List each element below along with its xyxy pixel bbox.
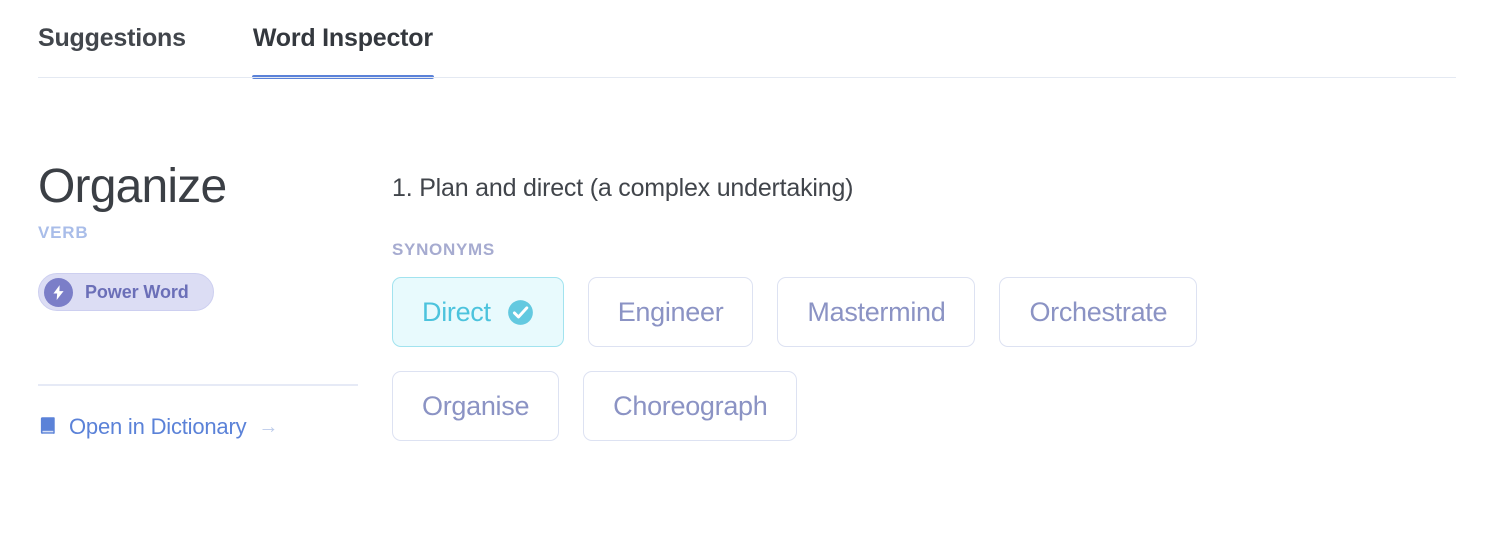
book-icon bbox=[38, 415, 60, 440]
synonym-chip-engineer[interactable]: Engineer bbox=[587, 277, 754, 347]
synonym-chip-label: Mastermind bbox=[807, 296, 946, 327]
tab-word-inspector[interactable]: Word Inspector bbox=[251, 0, 434, 79]
synonym-chip-label: Choreograph bbox=[613, 390, 768, 421]
open-in-dictionary-label: Open in Dictionary bbox=[69, 414, 247, 440]
check-circle-icon bbox=[507, 299, 534, 326]
page-title: Organize bbox=[38, 160, 227, 213]
synonym-chip-label: Direct bbox=[422, 296, 491, 327]
synonym-chip-direct[interactable]: Direct bbox=[392, 277, 564, 347]
synonym-chip-choreograph[interactable]: Choreograph bbox=[583, 371, 798, 441]
tab-word-inspector-label: Word Inspector bbox=[252, 24, 433, 52]
definition-text: 1. Plan and direct (a complex undertakin… bbox=[392, 174, 854, 202]
tab-suggestions[interactable]: Suggestions bbox=[38, 0, 186, 79]
power-word-badge-label: Power Word bbox=[85, 281, 189, 302]
synonym-chip-orchestrate[interactable]: Orchestrate bbox=[999, 277, 1198, 347]
word-summary-column: Organize VERB Power Word Open in Diction… bbox=[38, 78, 368, 441]
tab-suggestions-label: Suggestions bbox=[38, 24, 186, 52]
synonyms-section-label: SYNONYMS bbox=[392, 240, 495, 259]
part-of-speech-label: VERB bbox=[38, 223, 89, 243]
synonym-chip-label: Organise bbox=[422, 390, 530, 421]
tab-list: Suggestions Word Inspector bbox=[38, 0, 434, 79]
synonym-chip-label: Engineer bbox=[617, 296, 724, 327]
lightning-bolt-icon bbox=[44, 277, 73, 307]
tab-bar: Suggestions Word Inspector bbox=[0, 0, 1494, 79]
word-inspector-panel: Organize VERB Power Word Open in Diction… bbox=[0, 78, 1494, 550]
synonym-chip-group: Direct Engineer Mastermind Orchestrate O… bbox=[392, 277, 1456, 441]
synonym-chip-mastermind[interactable]: Mastermind bbox=[777, 277, 976, 347]
synonym-chip-row: Organise Choreograph bbox=[392, 371, 1456, 441]
left-panel-divider bbox=[38, 384, 358, 387]
synonym-chip-organise[interactable]: Organise bbox=[392, 371, 560, 441]
synonym-chip-row: Direct Engineer Mastermind Orchestrate bbox=[392, 277, 1456, 347]
definition-column: 1. Plan and direct (a complex undertakin… bbox=[392, 78, 1456, 441]
synonym-chip-label: Orchestrate bbox=[1029, 296, 1168, 327]
open-in-dictionary-link[interactable]: Open in Dictionary → bbox=[38, 414, 278, 440]
arrow-right-icon: → bbox=[258, 416, 279, 439]
power-word-badge[interactable]: Power Word bbox=[38, 273, 214, 312]
